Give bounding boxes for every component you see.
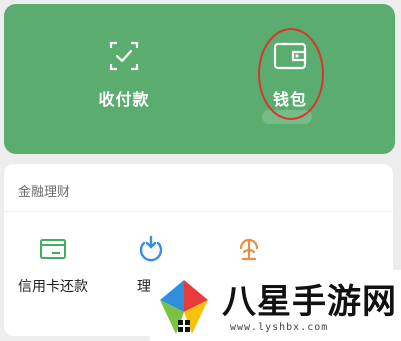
pay-label: 收付款 (98, 90, 150, 109)
divider (4, 211, 393, 212)
credit-card-repay-button[interactable]: 信用卡还款 (8, 234, 98, 296)
watermark-title: 八星手游网 (222, 282, 397, 322)
top-panel: 收付款 钱包 (4, 4, 395, 154)
insurance-icon (239, 238, 259, 261)
licai-icon (139, 235, 163, 262)
watermark-url: www.lyshbx.com (230, 322, 329, 333)
watermark-logo-icon (160, 280, 208, 334)
section-title: 金融理财 (18, 185, 71, 200)
watermark: 八星手游网 www.lyshbx.com (150, 270, 401, 341)
highlight-annotation (258, 28, 324, 120)
credit-card-icon (40, 239, 66, 259)
scan-pay-icon (109, 41, 139, 71)
credit-card-label: 信用卡还款 (18, 279, 88, 295)
pay-button[interactable]: 收付款 (64, 38, 184, 110)
